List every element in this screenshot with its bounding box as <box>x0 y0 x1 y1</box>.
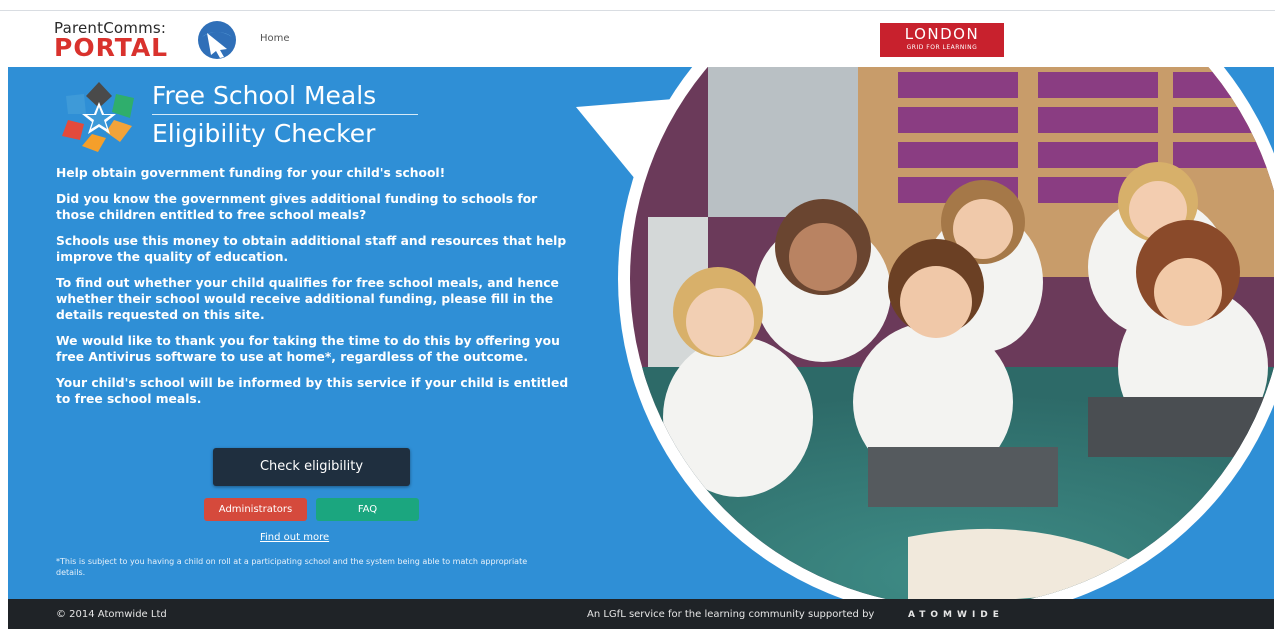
intro-paragraph: Did you know the government gives additi… <box>56 192 538 222</box>
intro-paragraph: Your child's school will be informed by … <box>56 376 569 406</box>
intro-paragraph: Help obtain government funding for your … <box>56 166 446 180</box>
intro-copy: Help obtain government funding for your … <box>56 165 576 417</box>
lgfl-logo-line2: GRID FOR LEARNING <box>906 44 978 51</box>
site-footer: © 2014 Atomwide Ltd An LGfL service for … <box>8 599 1274 629</box>
intro-paragraph: We would like to thank you for taking th… <box>56 334 560 364</box>
service-text: An LGfL service for the learning communi… <box>587 609 875 620</box>
atomwide-logo-text[interactable]: ATOMWIDE <box>908 610 1004 620</box>
administrators-button[interactable]: Administrators <box>204 498 307 521</box>
page-title-line2: Eligibility Checker <box>152 119 376 148</box>
nav-home-link[interactable]: Home <box>260 33 290 44</box>
footnote: *This is subject to you having a child o… <box>56 557 528 577</box>
lgfl-logo-line1: LONDON <box>904 25 980 43</box>
site-header: ParentComms: PORTAL Home LONDON GRID FOR… <box>8 11 1274 67</box>
intro-paragraph: Schools use this money to obtain additio… <box>56 234 567 264</box>
london-grid-for-learning-logo[interactable]: LONDON GRID FOR LEARNING <box>880 23 1004 57</box>
top-border <box>0 0 1275 11</box>
globe-arrow-icon <box>198 21 236 59</box>
copyright-text: © 2014 Atomwide Ltd <box>56 609 167 620</box>
page-title-line1: Free School Meals <box>152 81 377 110</box>
parentcomms-portal-logo[interactable]: ParentComms: PORTAL <box>54 17 254 63</box>
free-school-meals-logo-icon <box>62 82 134 152</box>
intro-paragraph: To find out whether your child qualifies… <box>56 276 559 322</box>
faq-button[interactable]: FAQ <box>316 498 419 521</box>
find-out-more-link[interactable]: Find out more <box>260 532 329 543</box>
check-eligibility-button[interactable]: Check eligibility <box>213 448 410 486</box>
title-divider <box>152 114 418 115</box>
hero-section: Free School Meals Eligibility Checker He… <box>8 67 1274 599</box>
logo-text-portal: PORTAL <box>54 33 169 62</box>
